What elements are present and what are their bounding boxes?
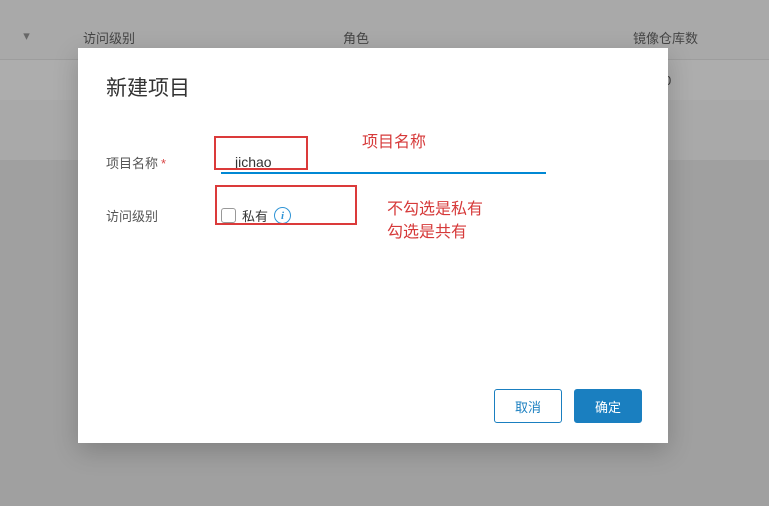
form-row-name: 项目名称* [106,150,640,174]
private-label: 私有 [242,206,268,225]
new-project-modal: 新建项目 项目名称* 访问级别 私有 i 取消 确定 [78,48,668,443]
modal-title: 新建项目 [106,72,640,102]
name-label: 项目名称* [106,153,221,172]
private-checkbox[interactable] [221,208,236,223]
project-name-input[interactable] [221,150,546,174]
ok-button[interactable]: 确定 [574,389,642,423]
access-label: 访问级别 [106,206,221,225]
info-icon[interactable]: i [274,207,291,224]
form-row-access: 访问级别 私有 i [106,206,640,225]
modal-footer: 取消 确定 [494,389,642,423]
cancel-button[interactable]: 取消 [494,389,562,423]
